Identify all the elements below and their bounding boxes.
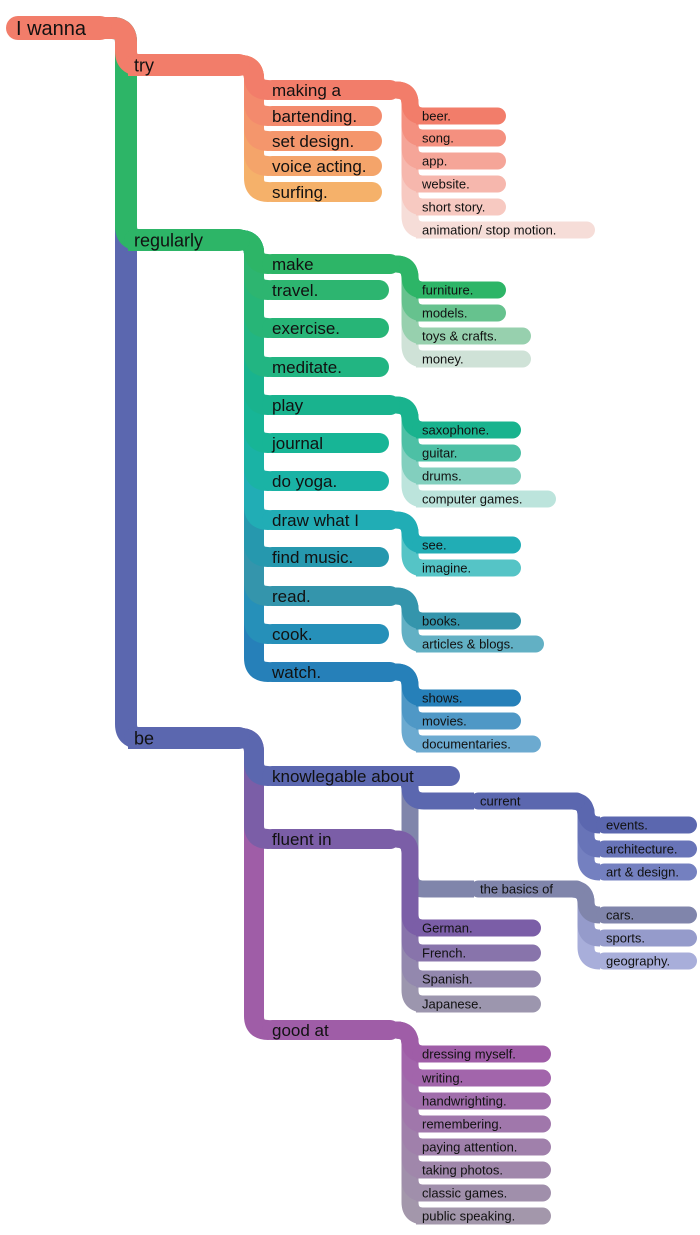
node-sports-label: sports. <box>606 931 645 946</box>
node-books-label: books. <box>422 614 460 629</box>
node-money-label: money. <box>422 352 464 367</box>
node-play-label: play <box>272 396 304 415</box>
node-app-label: app. <box>422 154 447 169</box>
node-draw-what-i-label: draw what I <box>272 511 359 530</box>
node-layer: I wanna try making a beer. song. app. website.… <box>6 16 697 1225</box>
node-dressing-myself-label: dressing myself. <box>422 1047 516 1062</box>
node-making-a-label: making a <box>272 81 342 100</box>
node-paying-attention-label: paying attention. <box>422 1140 517 1155</box>
node-movies-label: movies. <box>422 714 467 729</box>
node-website-label: website. <box>421 177 470 192</box>
node-beer-label: beer. <box>422 109 451 124</box>
node-make-label: make <box>272 255 314 274</box>
node-song-label: song. <box>422 131 454 146</box>
node-french-label: French. <box>422 946 466 961</box>
node-cars-label: cars. <box>606 908 634 923</box>
node-articles-blogs-label: articles & blogs. <box>422 637 514 652</box>
node-spanish-label: Spanish. <box>422 972 473 987</box>
node-models-label: models. <box>422 306 468 321</box>
node-meditate-label: meditate. <box>272 358 342 377</box>
node-geography-label: geography. <box>606 954 670 969</box>
node-watch-label: watch. <box>271 663 321 682</box>
node-shows-label: shows. <box>422 691 462 706</box>
node-imagine-label: imagine. <box>422 561 471 576</box>
node-find-music-label: find music. <box>272 548 353 567</box>
node-computer-games-label: computer games. <box>422 492 522 507</box>
node-events-label: events. <box>606 818 648 833</box>
node-documentaries-label: documentaries. <box>422 737 511 752</box>
node-read-label: read. <box>272 587 311 606</box>
node-travel-label: travel. <box>272 281 318 300</box>
node-handwrighting-label: handwrighting. <box>422 1094 507 1109</box>
node-exercise-label: exercise. <box>272 319 340 338</box>
node-furniture-label: furniture. <box>422 283 473 298</box>
node-bartending-label: bartending. <box>272 107 357 126</box>
node-regularly-label: regularly <box>134 230 203 250</box>
node-art-design-label: art & design. <box>606 865 679 880</box>
node-short-story-label: short story. <box>422 200 485 215</box>
node-guitar-label: guitar. <box>422 446 457 461</box>
node-remembering-label: remembering. <box>422 1117 502 1132</box>
node-voice-acting-label: voice acting. <box>272 157 367 176</box>
node-public-speaking-label: public speaking. <box>422 1209 515 1224</box>
node-surfing-label: surfing. <box>272 183 328 202</box>
node-architecture-label: architecture. <box>606 842 678 857</box>
node-do-yoga-label: do yoga. <box>272 472 337 491</box>
node-journal-label: journal <box>271 434 323 453</box>
node-be-label: be <box>134 728 154 748</box>
node-toys-crafts-label: toys & crafts. <box>422 329 497 344</box>
node-classic-games-label: classic games. <box>422 1186 507 1201</box>
node-knowlegable-about-label: knowlegable about <box>272 767 414 786</box>
node-german-label: German. <box>422 921 473 936</box>
node-animation-stop-motion-label: animation/ stop motion. <box>422 223 556 238</box>
node-fluent-in-label: fluent in <box>272 830 332 849</box>
node-set-design-label: set design. <box>272 132 354 151</box>
node-cook-label: cook. <box>272 625 313 644</box>
node-i-wanna-label: I wanna <box>16 18 87 40</box>
mind-map-tree: I wanna try making a beer. song. app. website.… <box>6 16 697 1225</box>
node-try-label: try <box>134 55 154 75</box>
node-writing-label: writing. <box>421 1071 463 1086</box>
node-saxophone-label: saxophone. <box>422 423 489 438</box>
node-good-at-label: good at <box>272 1021 329 1040</box>
node-taking-photos-label: taking photos. <box>422 1163 503 1178</box>
node-see-label: see. <box>422 538 447 553</box>
node-japanese-label: Japanese. <box>422 997 482 1012</box>
node-drums-label: drums. <box>422 469 462 484</box>
node-the-basics-of-label: the basics of <box>480 882 553 897</box>
node-current-label: current <box>480 794 521 809</box>
